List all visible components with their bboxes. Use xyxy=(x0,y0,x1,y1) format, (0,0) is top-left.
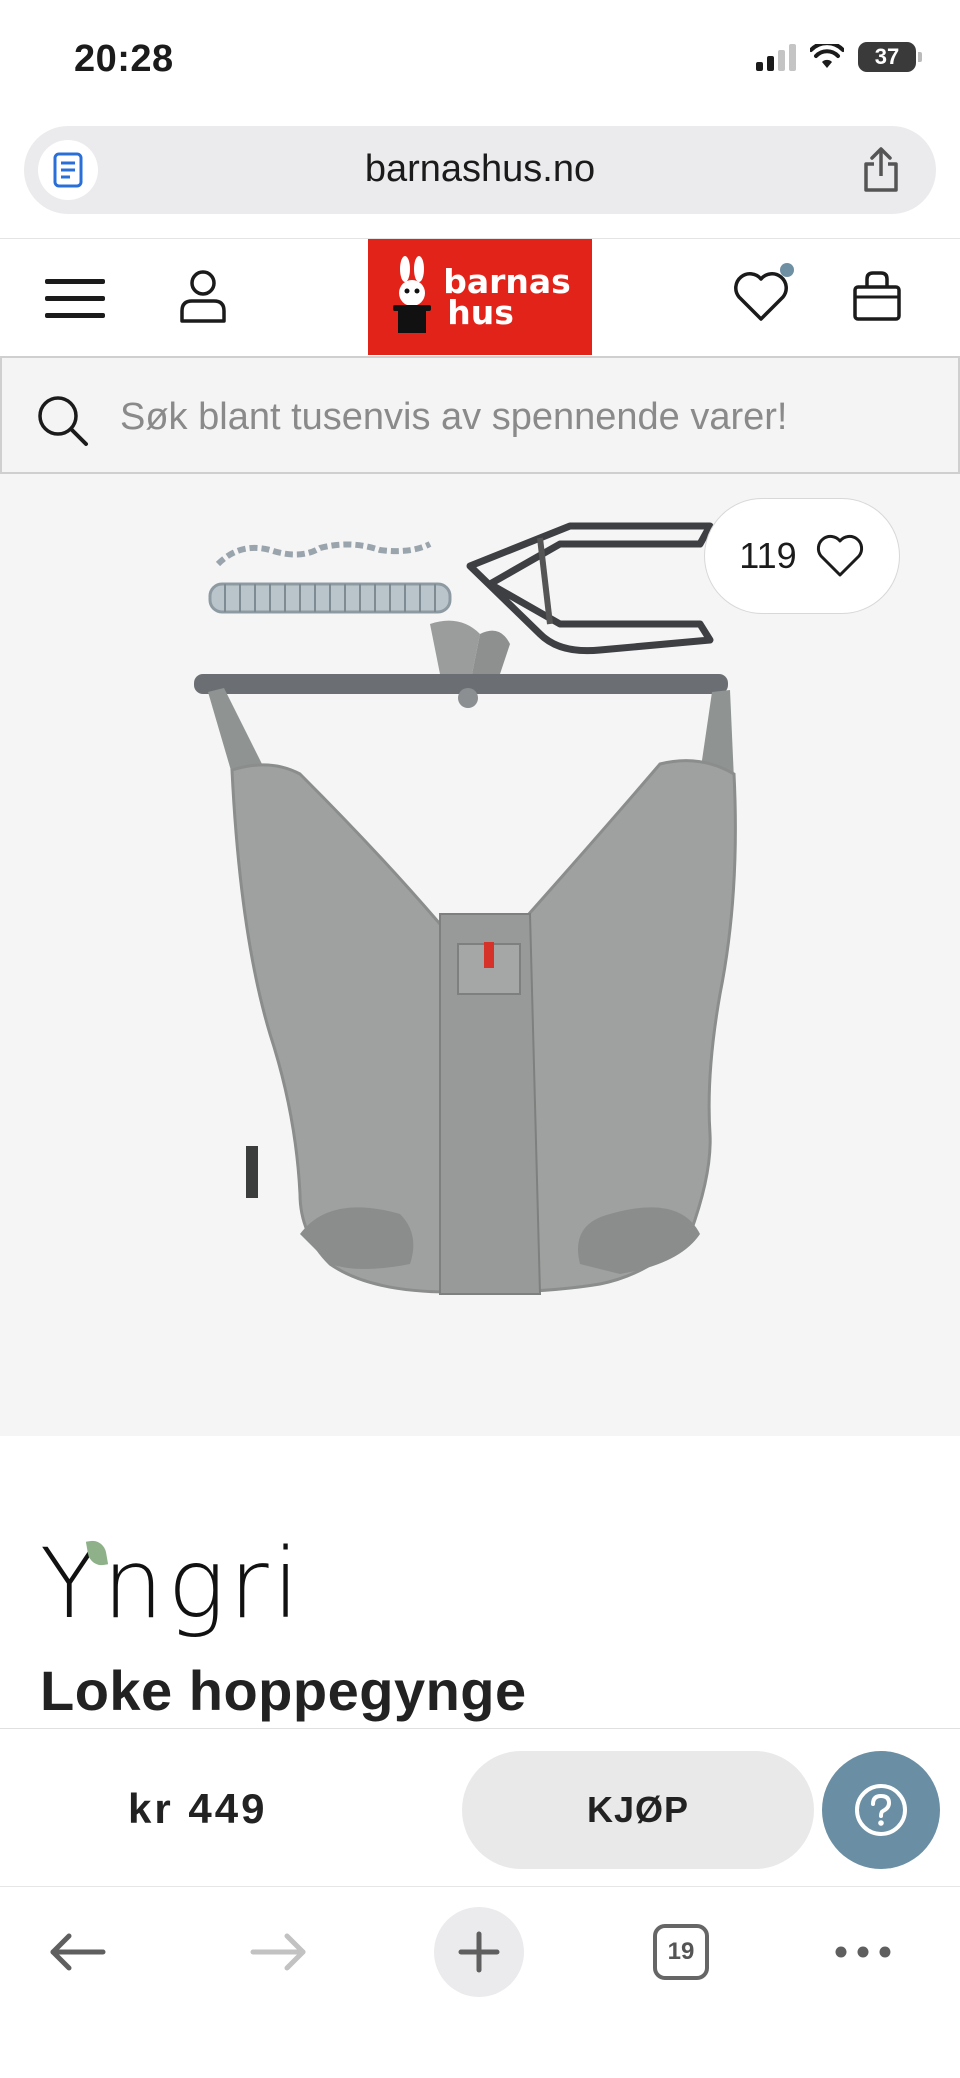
product-price: kr 449 xyxy=(128,1785,268,1832)
cellular-signal-icon xyxy=(756,43,796,71)
forward-button[interactable] xyxy=(234,1907,324,1997)
share-icon xyxy=(864,147,898,192)
product-title: Loke hoppegynge xyxy=(40,1659,527,1722)
arrow-right-icon xyxy=(250,1933,306,1971)
wifi-icon xyxy=(810,44,844,68)
product-image[interactable]: 119 xyxy=(0,474,960,1436)
rabbit-hat-icon xyxy=(393,256,432,333)
menu-icon xyxy=(45,279,105,318)
new-tab-button[interactable] xyxy=(434,1907,524,1997)
more-button[interactable] xyxy=(818,1907,908,1997)
search-icon[interactable] xyxy=(36,394,90,448)
wishlist-button[interactable] xyxy=(726,263,796,329)
account-button[interactable] xyxy=(170,263,236,329)
tabs-button[interactable]: 19 xyxy=(636,1907,726,1997)
question-icon xyxy=(855,1784,907,1836)
status-time: 20:28 xyxy=(74,38,174,80)
search-input[interactable] xyxy=(120,392,940,442)
heart-icon xyxy=(734,272,788,321)
brand-logo[interactable]: Yngri xyxy=(40,1528,303,1640)
like-button[interactable]: 119 xyxy=(704,498,900,614)
battery-icon: 37 xyxy=(858,42,922,72)
buy-bar: kr 449 KJØP xyxy=(0,1728,960,1886)
wishlist-badge-dot xyxy=(780,263,794,277)
back-button[interactable] xyxy=(32,1907,122,1997)
site-header: barnas hus xyxy=(0,238,960,356)
bag-icon xyxy=(853,271,901,321)
site-logo[interactable]: barnas hus xyxy=(368,239,592,355)
help-button[interactable] xyxy=(822,1751,940,1869)
logo-text: barnas hus xyxy=(443,262,571,332)
cart-button[interactable] xyxy=(844,263,910,329)
menu-button[interactable] xyxy=(40,269,110,329)
share-button[interactable] xyxy=(856,144,906,196)
user-icon xyxy=(180,270,226,323)
browser-toolbar: 19 xyxy=(0,1886,960,2078)
tabs-icon: 19 xyxy=(653,1924,709,1980)
search-bar[interactable] xyxy=(0,356,960,474)
heart-icon xyxy=(816,534,863,577)
status-bar: 20:28 37 xyxy=(0,0,960,118)
buy-button[interactable]: KJØP xyxy=(462,1751,814,1869)
url-bar[interactable]: barnashus.no xyxy=(24,126,936,214)
more-icon xyxy=(835,1946,891,1958)
plus-icon xyxy=(458,1931,500,1973)
jumper-product-illustration xyxy=(194,522,737,1295)
arrow-left-icon xyxy=(50,1933,106,1971)
like-count: 119 xyxy=(739,535,797,576)
url-text[interactable]: barnashus.no xyxy=(24,148,936,191)
status-icons: 37 xyxy=(756,42,922,72)
